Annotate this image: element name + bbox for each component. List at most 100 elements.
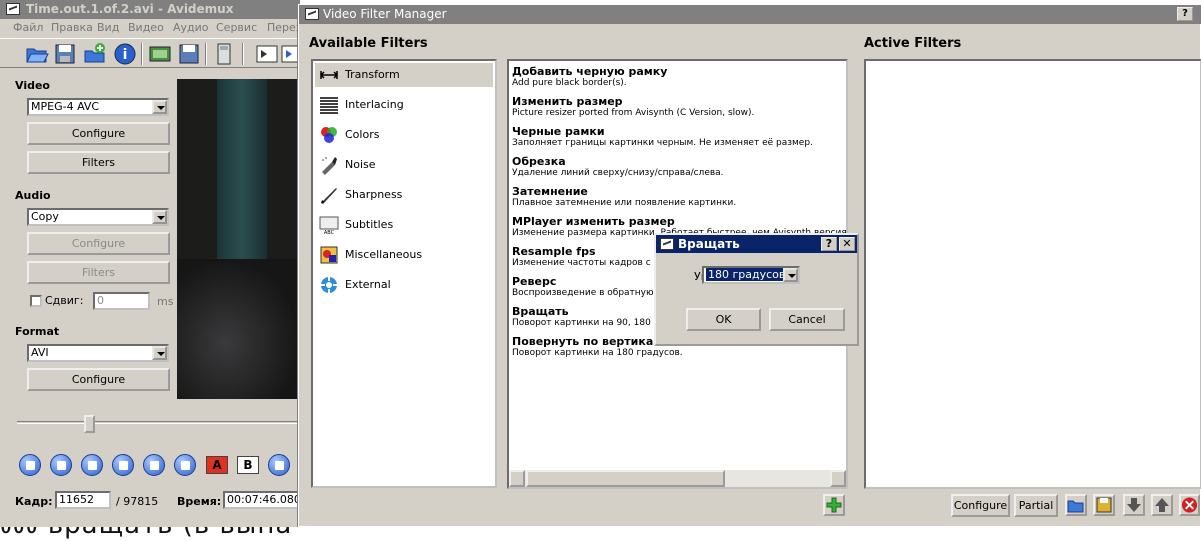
- active-filters-list[interactable]: [864, 59, 1201, 489]
- video-codec-value: MPEG-4 AVC: [31, 100, 100, 113]
- audio-shift-input[interactable]: 0: [93, 292, 150, 310]
- format-configure-button[interactable]: Configure: [27, 368, 170, 391]
- category-label: Noise: [345, 158, 376, 171]
- chevron-down-icon[interactable]: [152, 346, 167, 360]
- menu-go[interactable]: Перех: [267, 21, 299, 34]
- append-icon[interactable]: [83, 42, 107, 66]
- timeline-track[interactable]: [17, 421, 299, 424]
- scroll-left-icon[interactable]: [509, 470, 525, 487]
- category-label: Subtitles: [345, 218, 394, 231]
- audio-filters-button[interactable]: Filters: [27, 261, 170, 284]
- move-down-button[interactable]: [1123, 494, 1145, 516]
- next-frame-button[interactable]: [112, 454, 134, 476]
- menu-tools[interactable]: Сервис: [216, 21, 257, 34]
- filter-name: Добавить черную рамку: [512, 65, 668, 78]
- category-transform[interactable]: Transform: [315, 63, 493, 87]
- format-section-label: Format: [15, 325, 60, 338]
- remove-filter-button[interactable]: [1179, 494, 1200, 516]
- save-filter-list-button[interactable]: [1093, 494, 1115, 516]
- filter-manager-title-bar[interactable]: Video Filter Manager ?: [299, 5, 1201, 24]
- set-marker-b-button[interactable]: B: [237, 456, 259, 474]
- filter-item-fade[interactable]: Затемнение Плавное затемнение или появле…: [512, 185, 846, 209]
- previous-frame-button[interactable]: [81, 454, 103, 476]
- main-window-title: Time.out.1.of.2.avi - Avidemux: [26, 2, 234, 16]
- calculator-icon[interactable]: [212, 42, 236, 66]
- chevron-down-icon[interactable]: [783, 268, 798, 282]
- format-select[interactable]: AVI: [27, 344, 169, 362]
- video-configure-button[interactable]: Configure: [27, 122, 170, 145]
- play-button[interactable]: [19, 454, 41, 476]
- filter-partial-button[interactable]: Partial: [1014, 494, 1058, 517]
- format-value: AVI: [31, 346, 49, 359]
- rotate-ok-button[interactable]: OK: [686, 308, 761, 331]
- menu-file[interactable]: Файл: [13, 21, 43, 34]
- video-filters-button[interactable]: Filters: [27, 151, 170, 174]
- filter-item-black-borders[interactable]: Черные рамки Заполняет границы картинки …: [512, 125, 846, 149]
- audio-shift-checkbox[interactable]: [30, 295, 42, 307]
- available-filters-heading: Available Filters: [309, 36, 428, 51]
- open-filter-list-button[interactable]: [1065, 494, 1087, 516]
- window-close-icon[interactable]: ?: [1177, 7, 1193, 21]
- category-sharpness[interactable]: Sharpness: [315, 183, 493, 207]
- filter-item-crop[interactable]: Обрезка Удаление линий сверху/снизу/спра…: [512, 155, 846, 179]
- chevron-down-icon[interactable]: [152, 100, 167, 114]
- category-interlacing[interactable]: Interlacing: [315, 93, 493, 117]
- save-audio-icon[interactable]: [177, 42, 201, 66]
- time-value: 00:07:46.080: [227, 493, 300, 506]
- audio-configure-button[interactable]: Configure: [27, 232, 170, 255]
- close-icon[interactable]: ✕: [839, 237, 855, 251]
- video-section-label: Video: [15, 79, 50, 92]
- filters-horizontal-scrollbar[interactable]: [509, 470, 846, 487]
- svg-text:ABC: ABC: [324, 230, 335, 235]
- category-subtitles[interactable]: ABC Subtitles: [315, 213, 493, 237]
- main-title-bar[interactable]: Time.out.1.of.2.avi - Avidemux: [0, 0, 299, 19]
- filter-item-resize[interactable]: Изменить размер Picture resizer ported f…: [512, 95, 846, 119]
- open-icon: [1067, 500, 1084, 513]
- audio-codec-select[interactable]: Copy: [27, 208, 169, 226]
- previous-keyframe-button[interactable]: [143, 454, 165, 476]
- svg-text:i: i: [123, 47, 128, 63]
- chevron-down-icon[interactable]: [152, 210, 167, 224]
- open-icon[interactable]: [25, 42, 49, 66]
- filter-configure-button[interactable]: Configure: [951, 494, 1010, 517]
- menu-audio[interactable]: Аудио: [173, 21, 209, 34]
- angle-select[interactable]: 180 градусов: [702, 266, 800, 284]
- rotate-dialog-title-bar[interactable]: Вращать ? ✕: [656, 235, 857, 253]
- filter-description: Заполняет границы картинки черным. Не из…: [512, 138, 813, 148]
- app-icon: [6, 3, 20, 15]
- next-keyframe-button[interactable]: [174, 454, 196, 476]
- frame-number-input[interactable]: 11652: [55, 491, 111, 509]
- add-filter-button[interactable]: [823, 494, 845, 516]
- category-external[interactable]: External: [315, 273, 493, 297]
- category-noise[interactable]: Noise: [315, 153, 493, 177]
- rotate-cancel-button[interactable]: Cancel: [769, 308, 845, 331]
- stop-button[interactable]: [50, 454, 72, 476]
- frame-label: Кадр:: [15, 495, 53, 508]
- app-icon: [305, 8, 319, 20]
- goto-marker-button[interactable]: [268, 454, 290, 476]
- rotate-dialog-title: Вращать: [678, 237, 740, 251]
- scroll-right-icon[interactable]: [830, 470, 846, 487]
- timeline-slider-thumb[interactable]: [84, 415, 95, 433]
- plus-icon: [826, 497, 842, 513]
- menu-video[interactable]: Видео: [128, 21, 164, 34]
- set-marker-a-button[interactable]: A: [206, 456, 228, 474]
- menu-edit[interactable]: Правка: [51, 21, 93, 34]
- time-input[interactable]: 00:07:46.080: [223, 491, 300, 509]
- output-icon[interactable]: [280, 42, 300, 66]
- info-icon[interactable]: i: [113, 42, 137, 66]
- category-miscellaneous[interactable]: Miscellaneous: [315, 243, 493, 267]
- move-up-button[interactable]: [1151, 494, 1173, 516]
- save-icon: [1096, 497, 1112, 513]
- menu-view[interactable]: Вид: [97, 21, 119, 34]
- preview-icon[interactable]: [255, 42, 279, 66]
- video-codec-select[interactable]: MPEG-4 AVC: [27, 98, 169, 116]
- save-icon[interactable]: [53, 42, 77, 66]
- help-icon[interactable]: ?: [821, 237, 837, 251]
- arrow-down-icon: [1127, 498, 1141, 512]
- save-video-icon[interactable]: [148, 42, 172, 66]
- main-toolbar: i: [0, 38, 300, 68]
- category-colors[interactable]: Colors: [315, 123, 493, 147]
- filter-item-add-black-border[interactable]: Добавить черную рамку Add pure black bor…: [512, 65, 846, 89]
- scrollbar-thumb[interactable]: [526, 470, 725, 487]
